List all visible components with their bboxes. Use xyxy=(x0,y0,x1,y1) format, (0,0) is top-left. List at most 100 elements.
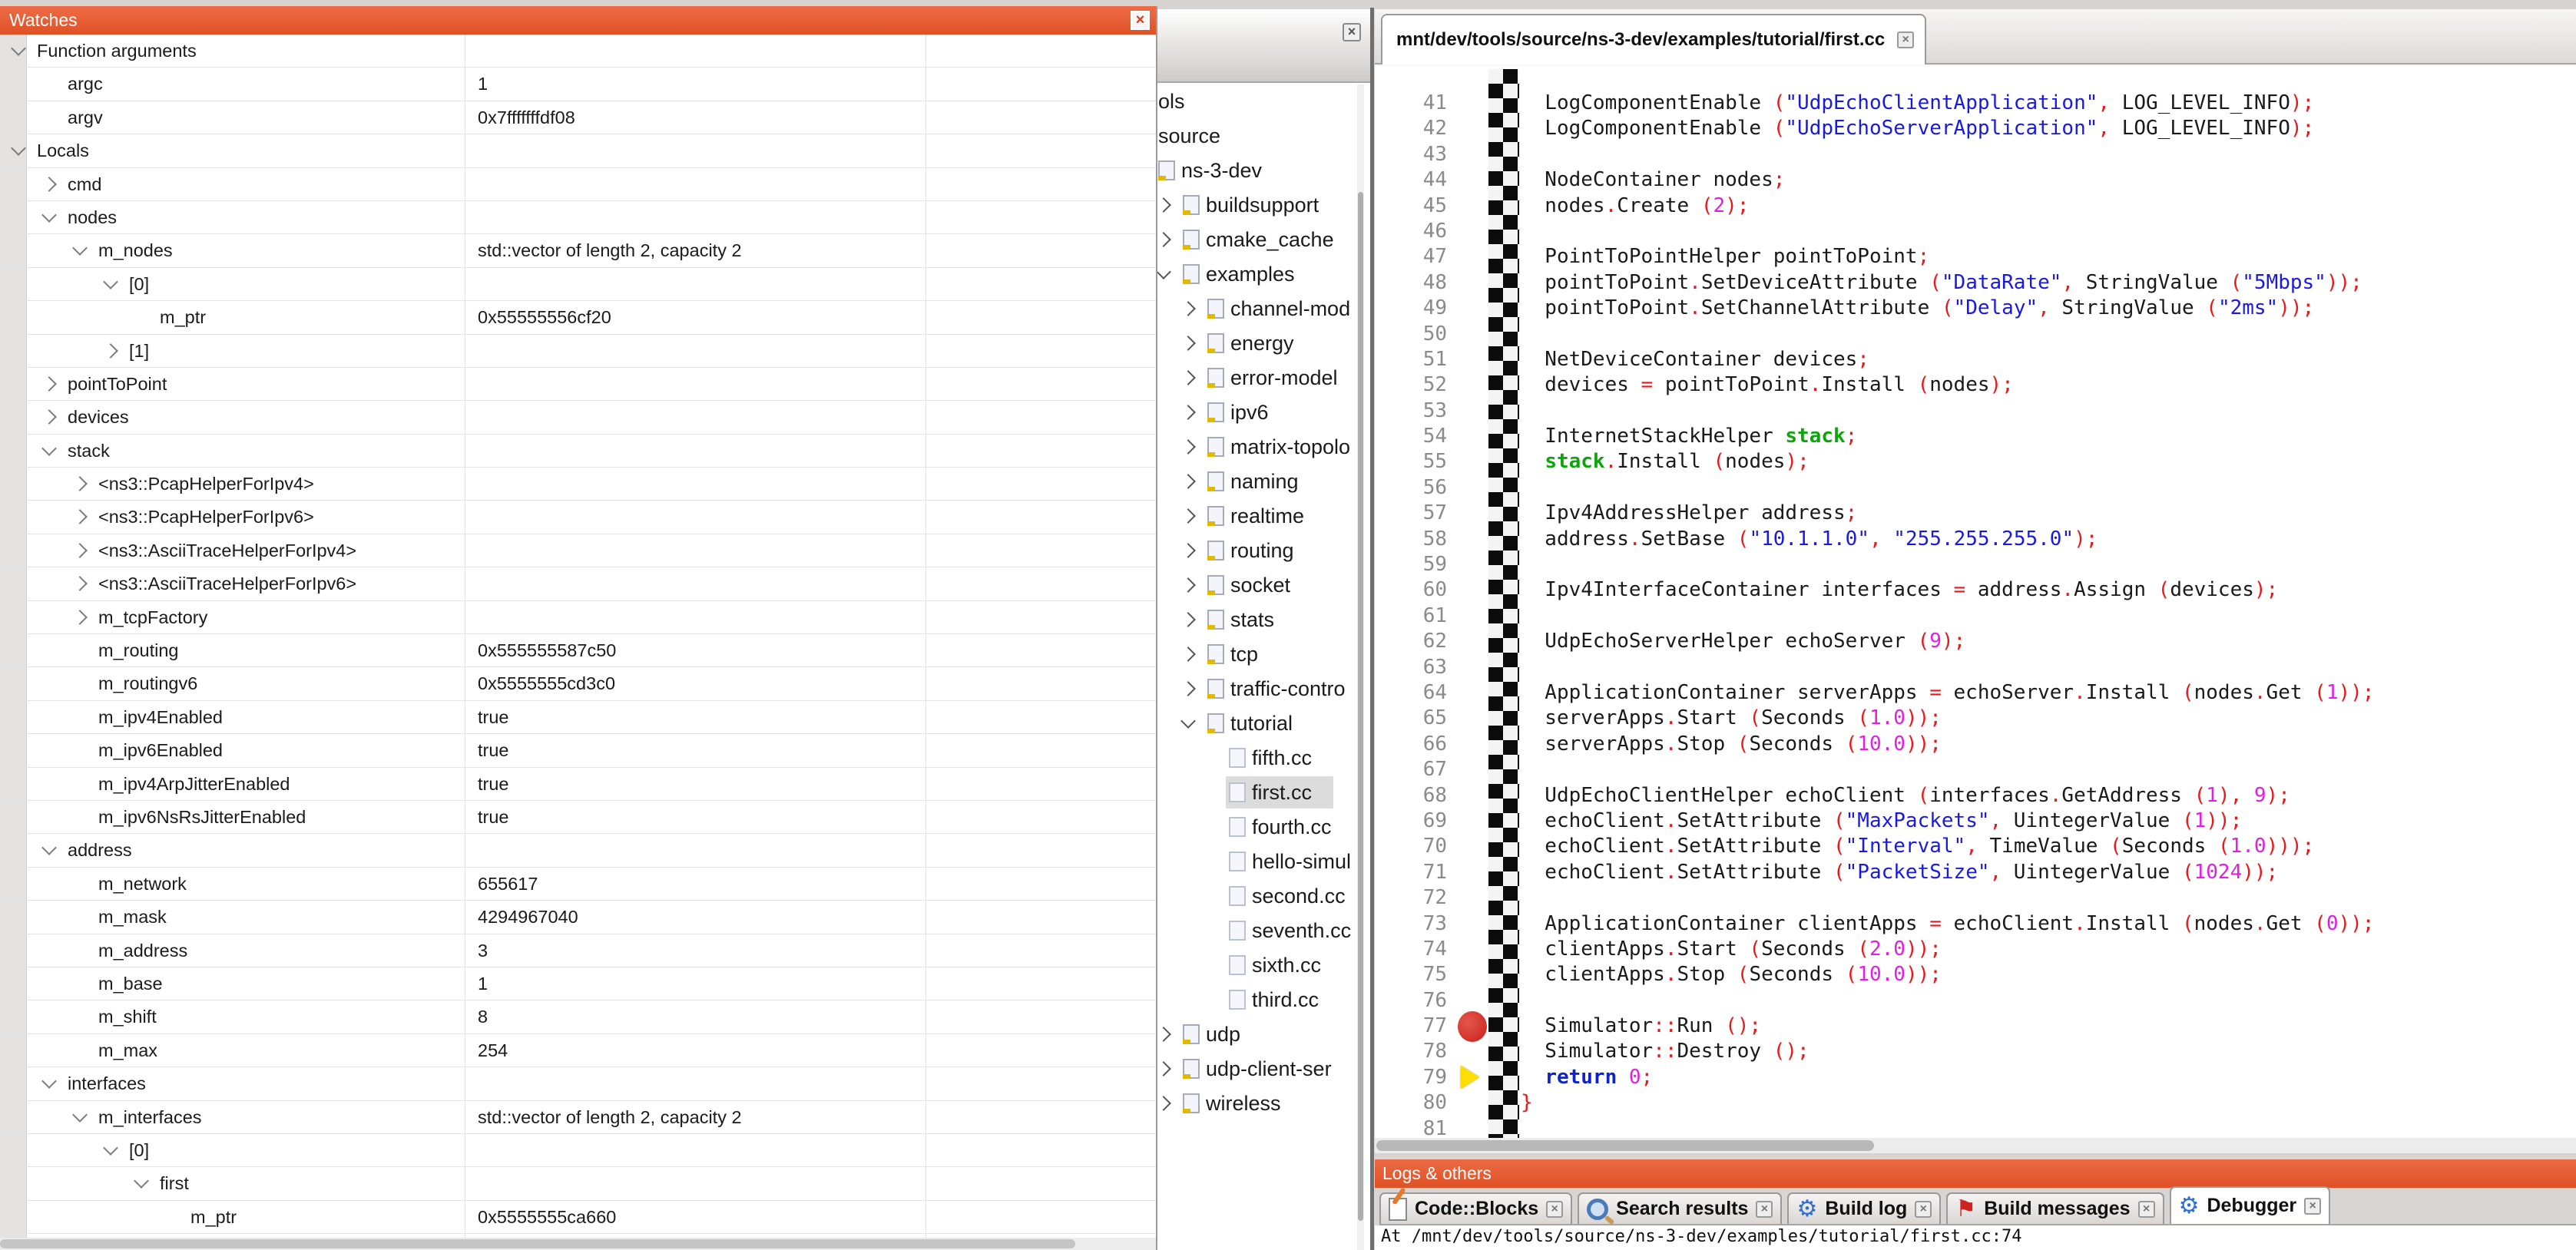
code-line[interactable]: 42 LogComponentEnable ("UdpEchoServerApp… xyxy=(1375,116,2576,141)
watch-row[interactable]: m_base 1 xyxy=(0,967,1156,1000)
line-number[interactable]: 74 xyxy=(1375,937,1458,962)
code-text[interactable]: clientApps.Start (Seconds (2.0)); xyxy=(1519,937,1942,962)
chevron-icon[interactable] xyxy=(1157,1027,1171,1042)
logs-tab[interactable]: ⚙ Debugger × xyxy=(2170,1186,2331,1224)
line-number[interactable]: 66 xyxy=(1375,732,1458,757)
code-line[interactable]: 80 } xyxy=(1375,1090,2576,1116)
tree-item-label[interactable]: buildsupport xyxy=(1206,188,1319,223)
watches-hscrollbar-thumb[interactable] xyxy=(0,1239,1075,1248)
breakpoint-gutter[interactable] xyxy=(1458,809,1488,834)
watch-value[interactable]: 254 xyxy=(478,1034,508,1066)
chevron-icon[interactable] xyxy=(1180,681,1196,696)
code-text[interactable] xyxy=(1519,885,1521,911)
breakpoint-gutter[interactable] xyxy=(1458,732,1488,757)
line-number[interactable]: 41 xyxy=(1375,91,1458,116)
tree-item[interactable]: ipv6 xyxy=(1157,395,1370,430)
tree-item-label[interactable]: stats xyxy=(1230,603,1274,637)
chevron-icon[interactable] xyxy=(1180,646,1196,662)
code-text[interactable]: Ipv4AddressHelper address; xyxy=(1519,501,1857,526)
code-text[interactable]: LogComponentEnable ("UdpEchoClientApplic… xyxy=(1519,91,2314,116)
chevron-icon[interactable] xyxy=(1157,1061,1171,1076)
line-number[interactable]: 78 xyxy=(1375,1039,1458,1064)
tree-item[interactable]: source xyxy=(1157,119,1370,154)
tree-item-label[interactable]: examples xyxy=(1206,257,1295,292)
code-line[interactable]: 75 clientApps.Stop (Seconds (10.0)); xyxy=(1375,962,2576,987)
line-number[interactable]: 71 xyxy=(1375,860,1458,885)
code-line[interactable]: 76 xyxy=(1375,988,2576,1014)
tree-item-label[interactable]: fifth.cc xyxy=(1252,741,1312,775)
tree-item[interactable]: energy xyxy=(1157,326,1370,361)
chevron-icon[interactable] xyxy=(11,41,26,56)
line-number[interactable]: 79 xyxy=(1375,1065,1458,1090)
code-text[interactable] xyxy=(1519,142,1521,167)
tree-item[interactable]: second.cc xyxy=(1157,879,1370,914)
watch-row[interactable]: m_ipv4ArpJitterEnabled true xyxy=(0,768,1156,801)
watch-row[interactable]: m_routingv6 0x5555555cd3c0 xyxy=(0,667,1156,700)
breakpoint-gutter[interactable] xyxy=(1458,988,1488,1014)
watch-value[interactable]: true xyxy=(478,801,509,833)
chevron-icon[interactable] xyxy=(11,141,26,156)
line-number[interactable]: 50 xyxy=(1375,322,1458,347)
chevron-icon[interactable] xyxy=(41,441,57,456)
watch-row[interactable]: m_address 3 xyxy=(0,934,1156,967)
code-text[interactable]: UdpEchoServerHelper echoServer (9); xyxy=(1519,629,1965,654)
code-line[interactable]: 48 pointToPoint.SetDeviceAttribute ("Dat… xyxy=(1375,270,2576,296)
tree-item-label[interactable]: naming xyxy=(1230,465,1299,499)
breakpoint-gutter[interactable] xyxy=(1458,527,1488,552)
editor-tab[interactable]: mnt/dev/tools/source/ns-3-dev/examples/t… xyxy=(1381,14,1926,64)
code-text[interactable]: NetDeviceContainer devices; xyxy=(1519,347,1869,372)
breakpoint-gutter[interactable] xyxy=(1458,1090,1488,1116)
tree-item[interactable]: udp xyxy=(1157,1017,1370,1052)
tree-item[interactable]: cmake_cache xyxy=(1157,223,1370,257)
code-text[interactable]: LogComponentEnable ("UdpEchoServerApplic… xyxy=(1519,116,2314,141)
close-icon[interactable]: × xyxy=(2138,1201,2155,1218)
logs-titlebar[interactable]: Logs & others xyxy=(1375,1159,2576,1188)
chevron-icon[interactable] xyxy=(1180,508,1196,524)
tree-item[interactable]: error-model xyxy=(1157,361,1370,395)
watch-row[interactable]: [0] xyxy=(0,1134,1156,1167)
watch-row[interactable]: stack xyxy=(0,435,1156,468)
code-line[interactable]: 62 UdpEchoServerHelper echoServer (9); xyxy=(1375,629,2576,654)
breakpoint-gutter[interactable] xyxy=(1458,1014,1488,1039)
breakpoint-gutter[interactable] xyxy=(1458,834,1488,859)
code-line[interactable]: 79 return 0; xyxy=(1375,1065,2576,1090)
code-text[interactable]: echoClient.SetAttribute ("MaxPackets", U… xyxy=(1519,809,2242,834)
code-line[interactable]: 54 InternetStackHelper stack; xyxy=(1375,424,2576,449)
panel-splitter[interactable] xyxy=(1370,8,1374,1250)
tree-item-label[interactable]: realtime xyxy=(1230,499,1304,534)
code-text[interactable]: InternetStackHelper stack; xyxy=(1519,424,1857,449)
code-line[interactable]: 70 echoClient.SetAttribute ("Interval", … xyxy=(1375,834,2576,859)
watch-value[interactable]: std::vector of length 2, capacity 2 xyxy=(478,234,742,266)
line-number[interactable]: 42 xyxy=(1375,116,1458,141)
line-number[interactable]: 59 xyxy=(1375,552,1458,577)
watch-row[interactable]: m_tcpFactory xyxy=(0,601,1156,634)
code-line[interactable]: 57 Ipv4AddressHelper address; xyxy=(1375,501,2576,526)
breakpoint-gutter[interactable] xyxy=(1458,322,1488,347)
code-line[interactable]: 71 echoClient.SetAttribute ("PacketSize"… xyxy=(1375,860,2576,885)
chevron-icon[interactable] xyxy=(103,343,118,359)
chevron-icon[interactable] xyxy=(41,409,57,425)
chevron-icon[interactable] xyxy=(1180,336,1196,351)
code-line[interactable]: 45 nodes.Create (2); xyxy=(1375,193,2576,219)
chevron-icon[interactable] xyxy=(41,840,57,855)
code-text[interactable]: serverApps.Start (Seconds (1.0)); xyxy=(1519,706,1942,731)
breakpoint-gutter[interactable] xyxy=(1458,1039,1488,1064)
line-number[interactable]: 55 xyxy=(1375,449,1458,475)
code-line[interactable]: 78 Simulator::Destroy (); xyxy=(1375,1039,2576,1064)
tree-item[interactable]: fourth.cc xyxy=(1157,810,1370,845)
line-number[interactable]: 43 xyxy=(1375,142,1458,167)
code-text[interactable] xyxy=(1519,757,1521,782)
code-line[interactable]: 63 xyxy=(1375,655,2576,680)
chevron-icon[interactable] xyxy=(72,510,88,525)
code-text[interactable]: ApplicationContainer serverApps = echoSe… xyxy=(1519,680,2374,706)
code-text[interactable] xyxy=(1519,988,1521,1014)
breakpoint-gutter[interactable] xyxy=(1458,757,1488,782)
code-line[interactable]: 59 xyxy=(1375,552,2576,577)
tree-item[interactable]: third.cc xyxy=(1157,983,1370,1017)
tree-item-label[interactable]: second.cc xyxy=(1252,879,1346,914)
chevron-icon[interactable] xyxy=(1180,474,1196,489)
breakpoint-gutter[interactable] xyxy=(1458,1065,1488,1090)
code-text[interactable] xyxy=(1519,398,1521,424)
line-number[interactable]: 51 xyxy=(1375,347,1458,372)
tree-item[interactable]: tcp xyxy=(1157,637,1370,672)
